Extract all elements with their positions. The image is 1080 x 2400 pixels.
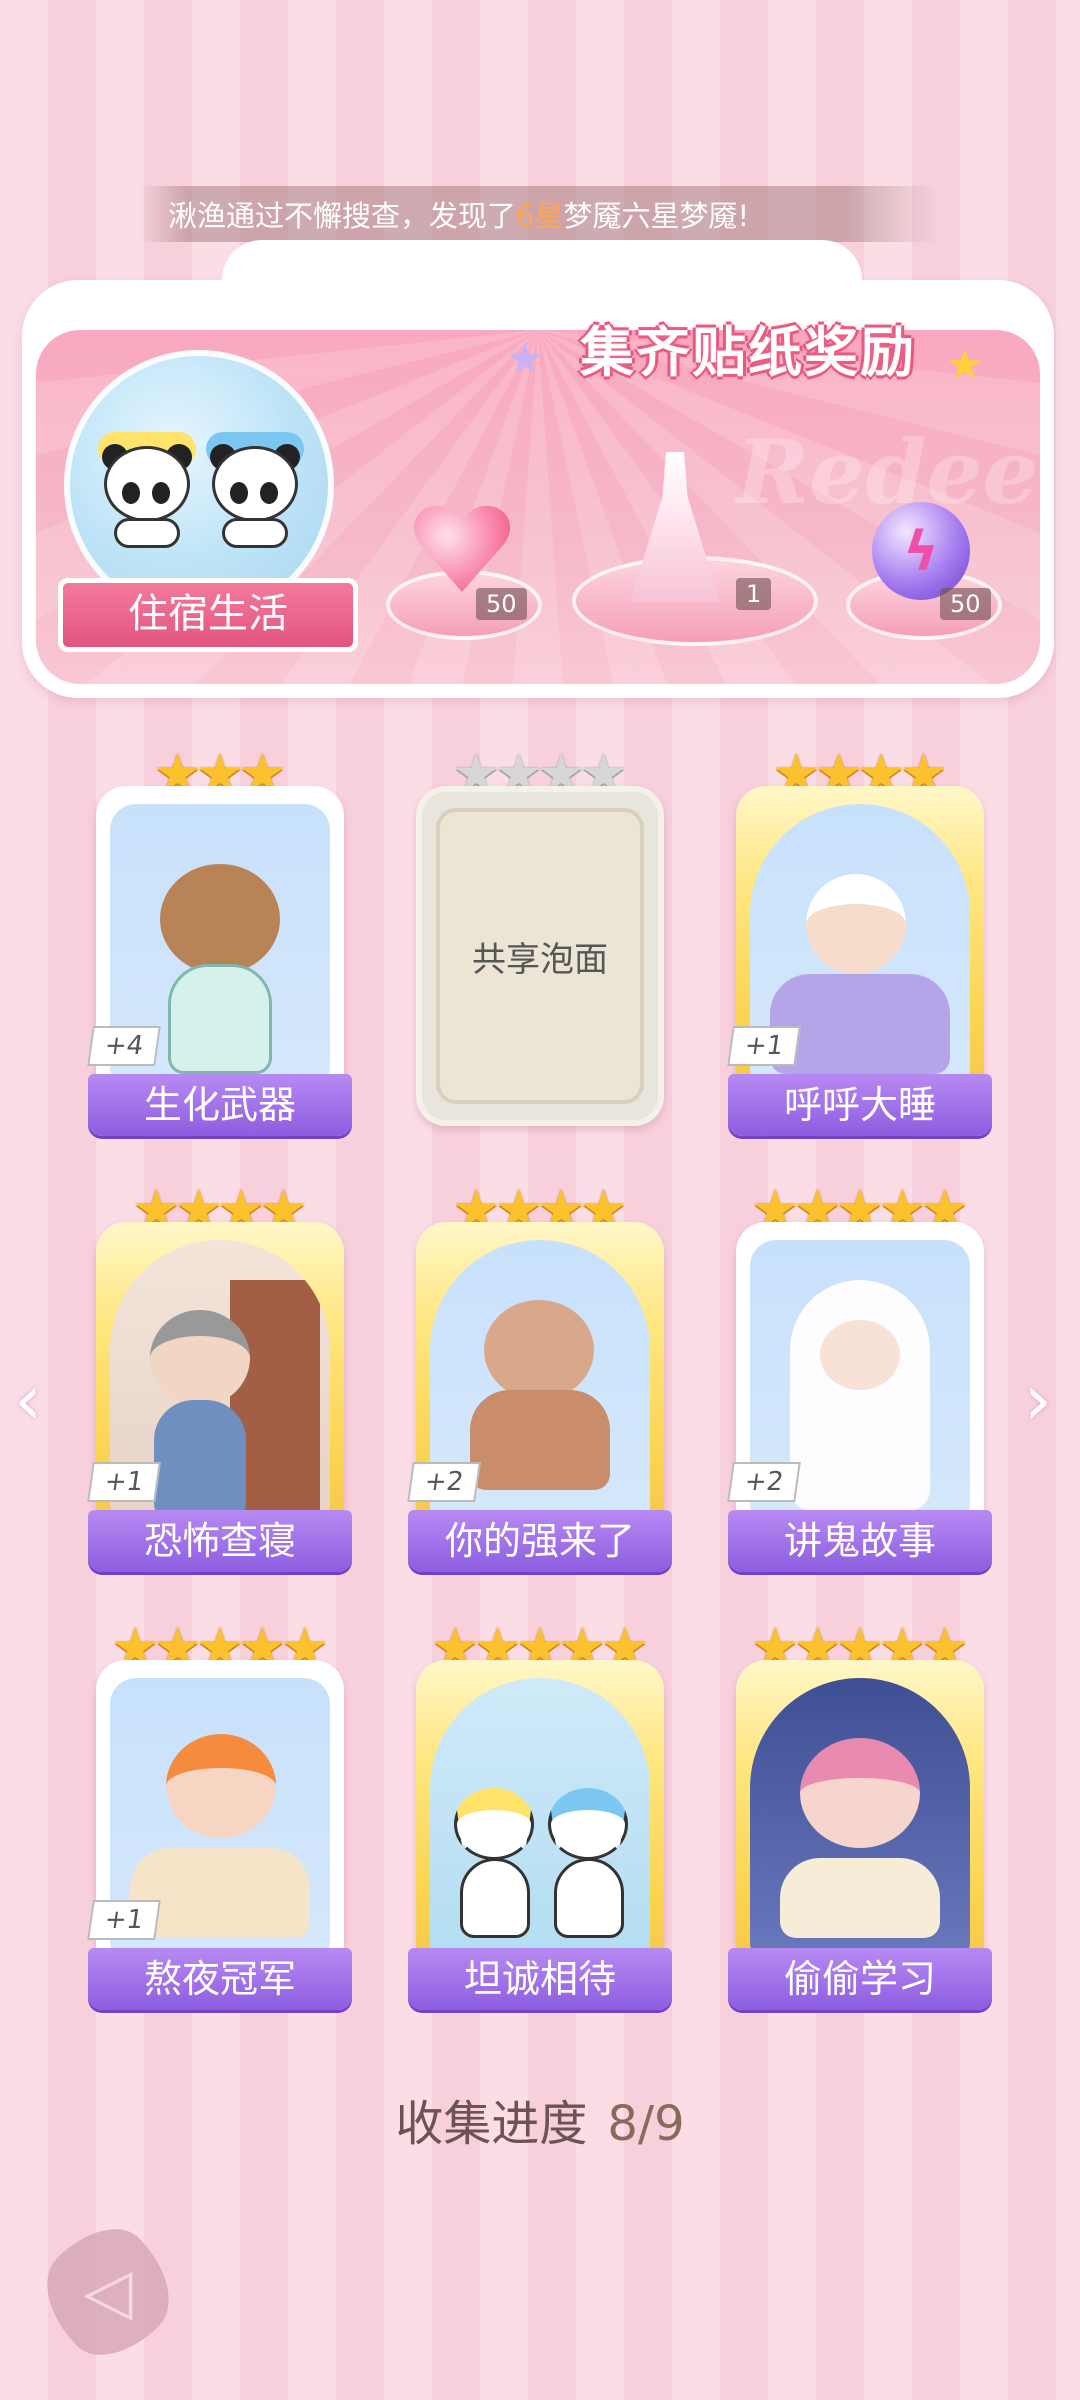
duplicate-count: +2 bbox=[727, 1462, 801, 1502]
dorm-aunt-icon bbox=[150, 1310, 250, 1406]
ticker-prefix: 湫渔通过不懈搜查，发现了 bbox=[168, 199, 517, 233]
capybara-icon bbox=[160, 864, 280, 974]
card-art bbox=[430, 1678, 650, 1968]
sticker-card[interactable]: ★ ★ ★ ★ +2 你的强来了 bbox=[407, 1180, 672, 1572]
card-name: 你的强来了 bbox=[408, 1510, 672, 1572]
reward-count: 50 bbox=[940, 588, 991, 620]
sticker-card-locked[interactable]: ★ ★ ★ ★ 共享泡面 bbox=[416, 744, 664, 1126]
reward-count: 50 bbox=[476, 588, 527, 620]
panda-icon bbox=[204, 426, 304, 548]
duplicate-count: +1 bbox=[87, 1462, 161, 1502]
orange-hair-boy-icon bbox=[166, 1734, 276, 1838]
pandas-illustration bbox=[96, 426, 304, 548]
sticker-card[interactable]: ★ ★ ★ ★ ★ +2 讲鬼故事 bbox=[727, 1180, 992, 1572]
card-name: 偷偷学习 bbox=[728, 1948, 992, 2010]
sticker-card[interactable]: ★ ★ ★ +4 生化武器 bbox=[87, 744, 352, 1136]
card-name: 恐怖查寝 bbox=[88, 1510, 352, 1572]
card-name: 生化武器 bbox=[88, 1074, 352, 1136]
duplicate-count: +2 bbox=[407, 1462, 481, 1502]
card-art bbox=[750, 1678, 970, 1968]
sticker-card[interactable]: ★ ★ ★ ★ ★ +1 熬夜冠军 bbox=[87, 1618, 352, 2010]
panda-icon bbox=[548, 1788, 628, 1860]
card-name: 熬夜冠军 bbox=[88, 1948, 352, 2010]
next-page-arrow[interactable]: › bbox=[1024, 1360, 1064, 1440]
prev-page-arrow[interactable]: ‹ bbox=[14, 1360, 54, 1440]
blanket-icon bbox=[770, 974, 950, 1074]
pink-hair-boy-icon bbox=[800, 1738, 920, 1848]
collection-progress: 收集进度 8/9 bbox=[0, 2084, 1080, 2154]
sleeping-boy-icon bbox=[806, 874, 906, 974]
duplicate-count: +4 bbox=[87, 1026, 161, 1066]
back-arrow-icon[interactable]: ◁ bbox=[66, 2256, 150, 2328]
discovery-ticker: 湫渔通过不懈搜查，发现了 6星 梦魇六星梦魇! bbox=[140, 186, 940, 242]
duplicate-count: +1 bbox=[727, 1026, 801, 1066]
progress-value: 8/9 bbox=[607, 2096, 685, 2152]
reward-title: 集齐贴纸奖励 bbox=[580, 321, 916, 384]
card-name: 呼呼大睡 bbox=[728, 1074, 992, 1136]
ticker-suffix: 梦魇六星梦魇! bbox=[563, 199, 750, 233]
progress-label: 收集进度 bbox=[395, 2096, 588, 2152]
reward-count: 1 bbox=[736, 578, 772, 610]
sticker-card[interactable]: ★ ★ ★ ★ ★ 坦诚相待 bbox=[408, 1618, 672, 2010]
cockroach-icon bbox=[484, 1300, 594, 1400]
book-icon bbox=[780, 1858, 940, 1938]
redeem-watermark: Redeem bbox=[736, 420, 1040, 524]
card-name: 坦诚相待 bbox=[408, 1948, 672, 2010]
sticker-card[interactable]: ★ ★ ★ ★ +1 呼呼大睡 bbox=[727, 744, 992, 1136]
energy-orb-icon[interactable]: ϟ bbox=[872, 502, 970, 600]
panda-icon bbox=[454, 1788, 534, 1860]
ghost-icon bbox=[790, 1280, 930, 1510]
sticker-card[interactable]: ★ ★ ★ ★ +1 恐怖查寝 bbox=[87, 1180, 352, 1572]
ticker-highlight: 6星 bbox=[516, 199, 564, 233]
collection-name-ribbon: 住宿生活 bbox=[58, 578, 358, 652]
duplicate-count: +1 bbox=[87, 1900, 161, 1940]
sticker-card[interactable]: ★ ★ ★ ★ ★ 偷偷学习 bbox=[728, 1618, 992, 2010]
panda-icon bbox=[96, 426, 196, 548]
card-name: 共享泡面 bbox=[436, 808, 644, 1104]
panel-tab bbox=[222, 240, 862, 310]
star-deco-icon: ★ bbox=[506, 334, 544, 383]
card-name: 讲鬼故事 bbox=[728, 1510, 992, 1572]
